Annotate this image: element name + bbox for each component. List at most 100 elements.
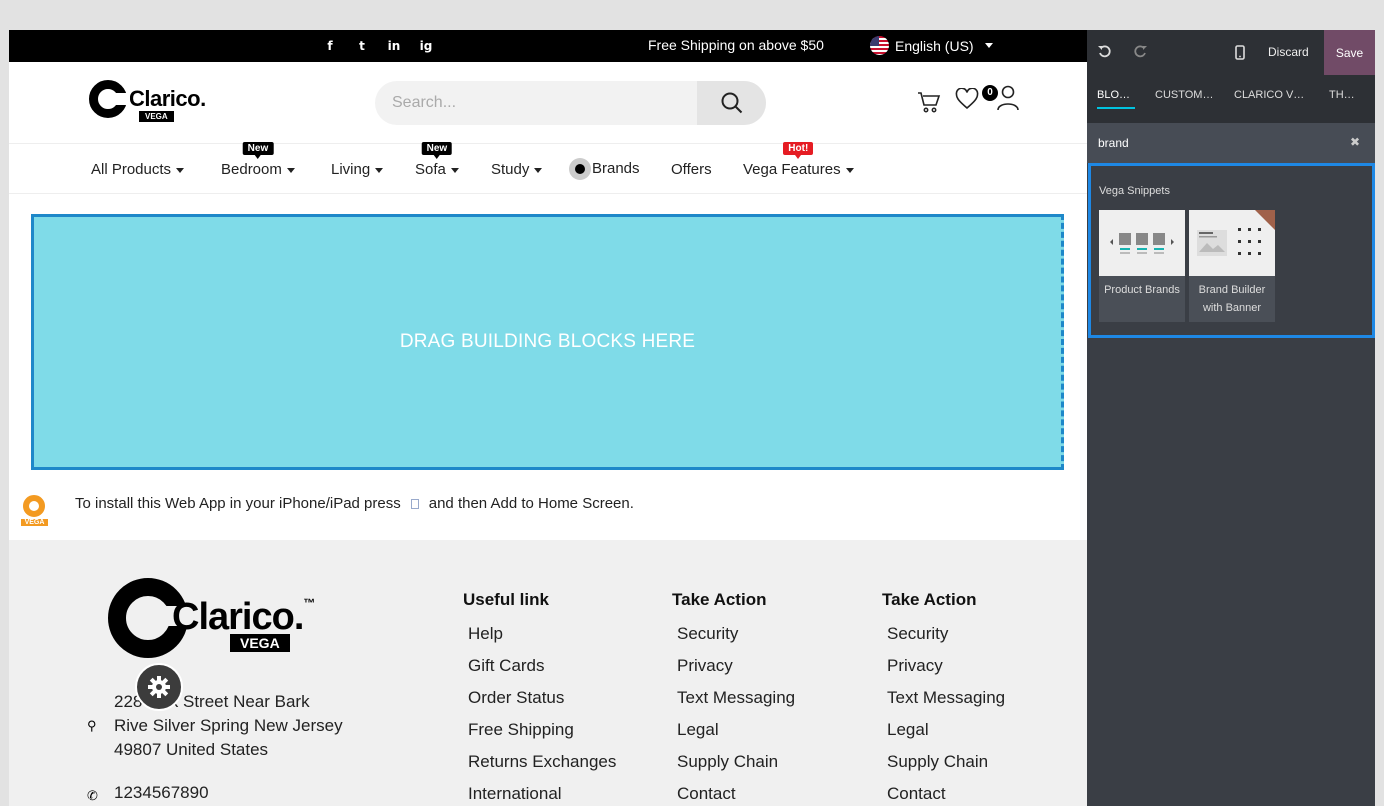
footer-link[interactable]: Contact [677,784,795,806]
footer-phone[interactable]: 1234567890 [114,783,209,803]
footer-link[interactable]: International [468,784,616,806]
footer-link[interactable]: Text Messaging [887,688,1005,720]
footer-logo[interactable]: Clarico.™ VEGA [108,578,315,658]
cart-icon[interactable] [917,90,941,114]
footer-link[interactable]: Privacy [677,656,795,688]
language-label: English (US) [895,37,974,54]
logo-text: Clarico.™ [172,596,315,639]
drop-zone[interactable]: DRAG BUILDING BLOCKS HERE [31,214,1064,470]
site-logo[interactable]: Clarico. VEGA [89,80,206,122]
redo-icon[interactable] [1133,45,1147,59]
snippet-product-brands[interactable]: Product Brands [1099,210,1185,322]
facebook-icon[interactable]: f [314,39,346,53]
main-nav: All Products New Bedroom Living New Sofa S… [9,142,1087,194]
search-bar [375,81,766,125]
nav-living[interactable]: Living [331,161,384,178]
footer-link[interactable]: Order Status [468,688,616,720]
instagram-icon[interactable]: ig [410,39,442,53]
snippet-label: Brand Builder with Banner [1198,284,1266,314]
footer-col-useful-link: Useful link Help Gift Cards Order Status… [463,590,616,806]
footer-col-title: Take Action [672,590,767,609]
snippet-brand-builder-banner[interactable]: Brand Builder with Banner [1189,210,1275,322]
footer-link[interactable]: Gift Cards [468,656,616,688]
product-brands-thumb-icon [1110,233,1174,254]
undo-icon[interactable] [1098,45,1112,59]
footer-link[interactable]: Supply Chain [677,752,795,784]
chevron-down-icon [450,167,459,173]
logo-text-main: Clarico. [172,596,304,638]
language-selector[interactable]: English (US) [870,36,993,55]
nav-study[interactable]: Study [491,161,543,178]
chevron-down-icon [286,167,295,173]
map-pin-icon: ⚲ [87,718,97,733]
site-header: Clarico. VEGA 0 [9,62,1087,144]
snippet-group-title: Vega Snippets [1099,185,1170,197]
footer-link[interactable]: Help [468,624,616,656]
tab-theme[interactable]: THEME [1329,89,1361,107]
tab-clarico-vega[interactable]: CLARICO VEGA [1234,89,1309,107]
footer-link[interactable]: Privacy [887,656,1005,688]
nav-vega-features[interactable]: Hot! Vega Features [743,142,854,178]
nav-label: Vega Features [743,161,841,178]
vega-app-logo: VEGA [21,495,48,533]
nav-bedroom[interactable]: New Bedroom [221,142,295,178]
wishlist-heart-icon[interactable] [955,88,979,110]
mobile-preview-icon[interactable] [1235,45,1245,60]
install-banner: VEGA To install this Web App in your iPh… [9,485,1087,540]
logo-mark [23,495,45,517]
footer-link[interactable]: Legal [677,720,795,752]
site-footer: Clarico.™ VEGA ⚲ 228 Oak Street Near Bar… [9,540,1087,806]
tab-blocks[interactable]: BLOCKS [1097,89,1135,109]
logo-sub: VEGA [139,111,174,122]
footer-link[interactable]: Security [887,624,1005,656]
footer-link[interactable]: Supply Chain [887,752,1005,784]
snippet-label: Product Brands [1104,284,1180,296]
discard-button[interactable]: Discard [1268,45,1309,59]
footer-col-title: Take Action [882,590,977,609]
social-links: f t in ig [314,30,442,62]
chevron-down-icon [845,167,854,173]
save-button[interactable]: Save [1324,30,1375,75]
logo-text: Clarico. [129,86,206,111]
footer-link[interactable]: Legal [887,720,1005,752]
nav-brands[interactable]: Brands [569,158,640,180]
logo-sub: VEGA [21,519,48,526]
footer-link[interactable]: Returns Exchanges [468,752,616,784]
linkedin-icon[interactable]: in [378,39,410,53]
footer-col-take-action-2: Take Action Security Privacy Text Messag… [882,590,1005,806]
clear-search-icon[interactable]: ✖ [1350,135,1360,149]
tab-customize[interactable]: CUSTOMIZE [1155,89,1216,107]
snippet-thumbnail [1189,210,1275,276]
website-preview: f t in ig Free Shipping on above $50 Eng… [9,30,1087,806]
new-badge: New [421,142,453,159]
chevron-down-icon [984,43,993,48]
snippet-search-input[interactable] [1087,123,1337,163]
editor-toolbar: Discard Save [1087,30,1375,75]
nav-label: Offers [671,161,712,178]
wishlist-count-badge: 0 [982,85,998,101]
top-bar: f t in ig Free Shipping on above $50 Eng… [9,30,1087,62]
new-badge: New [242,142,274,159]
us-flag-icon [870,36,889,55]
user-icon[interactable] [997,85,1019,111]
chevron-down-icon [534,167,543,173]
drop-zone-text: DRAG BUILDING BLOCKS HERE [399,331,696,352]
nav-sofa[interactable]: New Sofa [415,142,459,178]
trademark: ™ [303,596,315,610]
nav-all-products[interactable]: All Products [91,161,185,178]
brand-builder-thumb-icon [1197,210,1275,256]
logo-sub: VEGA [230,634,290,652]
address-line: Rive Silver Spring New Jersey [114,716,343,735]
twitter-icon[interactable]: t [346,39,378,53]
nav-label: Study [491,161,530,178]
footer-link[interactable]: Free Shipping [468,720,616,752]
nav-offers[interactable]: Offers [671,161,712,178]
search-input[interactable] [375,81,697,125]
chevron-down-icon [375,167,384,173]
settings-button[interactable] [135,663,183,711]
footer-link[interactable]: Text Messaging [677,688,795,720]
footer-link[interactable]: Security [677,624,795,656]
shipping-notice: Free Shipping on above $50 [648,37,824,53]
search-button[interactable] [697,81,766,125]
footer-link[interactable]: Contact [887,784,1005,806]
